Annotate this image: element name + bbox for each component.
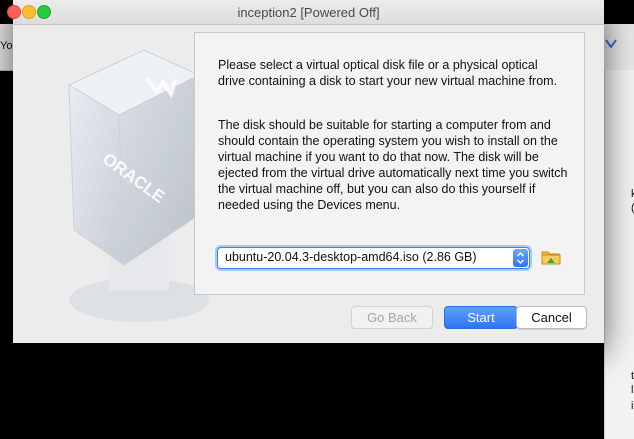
instructions-paragraph: Please select a virtual optical disk fil…: [218, 58, 558, 88]
chevron-updown-icon[interactable]: [513, 249, 528, 267]
window-title: inception2 [Powered Off]: [237, 5, 380, 20]
background-window-panel: k ( t l i: [604, 70, 634, 439]
title-bar: inception2 [Powered Off]: [7, 0, 604, 25]
background-window-text: Yo: [0, 40, 13, 52]
disk-select-value: ubuntu-20.04.3-desktop-amd64.iso (2.86 G…: [225, 250, 477, 264]
disk-info-paragraph: The disk should be suitable for starting…: [218, 118, 568, 212]
go-back-button[interactable]: Go Back: [351, 306, 433, 329]
background-char: i: [631, 400, 634, 412]
background-char: l: [631, 384, 634, 396]
disk-select[interactable]: ubuntu-20.04.3-desktop-amd64.iso (2.86 G…: [217, 247, 530, 269]
start-vm-dialog: inception2 [Powered Off] ORACLE Please s…: [7, 0, 604, 343]
cancel-button[interactable]: Cancel: [516, 306, 587, 329]
start-button[interactable]: Start: [444, 306, 518, 329]
virtualbox-logo: ORACLE: [49, 30, 209, 335]
background-window-icon: [604, 38, 618, 53]
choose-disk-button[interactable]: [541, 248, 561, 266]
content-panel: Please select a virtual optical disk fil…: [194, 32, 585, 295]
folder-icon: [541, 251, 561, 265]
